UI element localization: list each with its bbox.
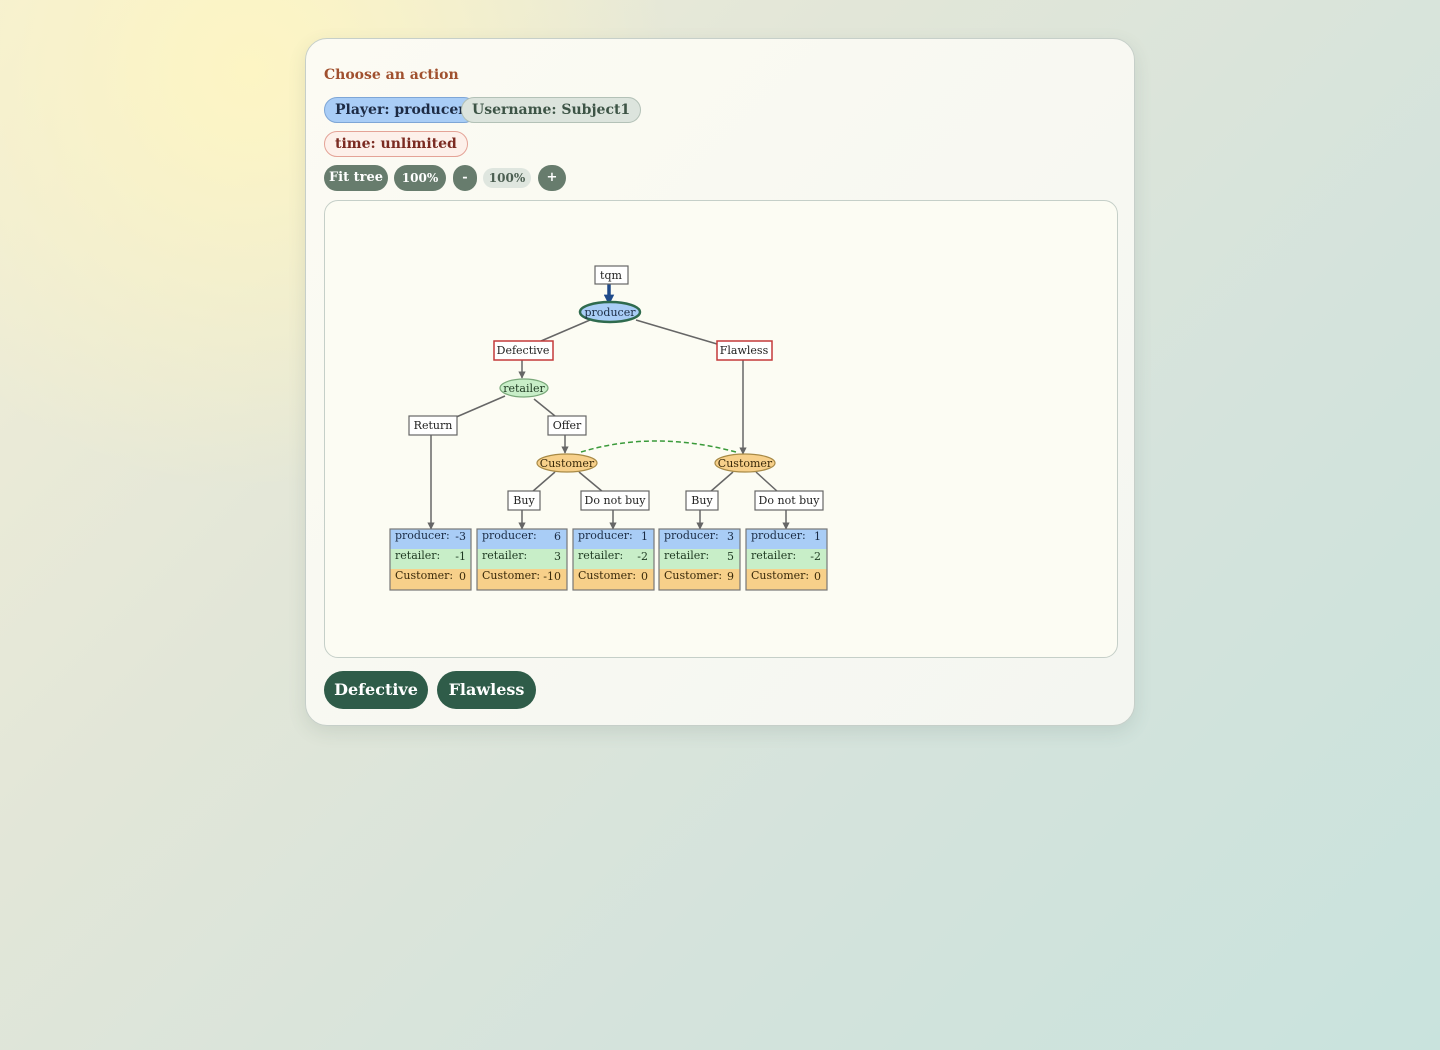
payoff-box-3: producer: 1 retailer: -2 Customer: 0 — [572, 528, 655, 591]
action-box-defective[interactable]: Defective — [493, 340, 554, 361]
action-label-buy-2: Buy — [691, 494, 713, 507]
payoff-value-producer: 1 — [814, 530, 821, 543]
customer-node-2-label: Customer — [718, 457, 773, 470]
payoff-label-retailer: retailer: — [664, 549, 709, 562]
payoff-value-producer: -3 — [455, 530, 466, 543]
retailer-node: retailer — [499, 378, 549, 398]
payoff-value-customer: 0 — [641, 570, 648, 583]
zoom-out-button[interactable]: - — [453, 165, 477, 191]
customer-node-2: Customer — [714, 453, 776, 473]
payoff-label-retailer: retailer: — [395, 549, 440, 562]
payoff-box-2: producer: 6 retailer: 3 Customer: -10 — [476, 528, 568, 591]
payoff-label-retailer: retailer: — [578, 549, 623, 562]
zoom-level-display: 100% — [483, 168, 531, 188]
payoff-label-customer: Customer: — [578, 569, 636, 582]
payoff-label-customer: Customer: — [751, 569, 809, 582]
payoff-label-retailer: retailer: — [751, 549, 796, 562]
payoff-label-producer: producer: — [664, 529, 719, 542]
action-label-flawless: Flawless — [720, 344, 769, 357]
payoff-value-customer: -10 — [543, 570, 561, 583]
action-label-defective: Defective — [497, 344, 550, 357]
payoff-label-customer: Customer: — [664, 569, 722, 582]
customer-node-1-label: Customer — [540, 457, 595, 470]
payoff-label-customer: Customer: — [482, 569, 540, 582]
retailer-node-label: retailer — [503, 382, 545, 395]
payoff-box-1: producer: -3 retailer: -1 Customer: 0 — [389, 528, 472, 591]
action-label-return: Return — [414, 419, 453, 432]
payoff-value-customer: 9 — [727, 570, 734, 583]
fit-tree-button[interactable]: Fit tree — [324, 165, 388, 191]
payoff-label-customer: Customer: — [395, 569, 453, 582]
action-label-notbuy-2: Do not buy — [759, 494, 821, 507]
flawless-button[interactable]: Flawless — [437, 671, 536, 709]
player-badge: Player: producer — [324, 97, 477, 123]
username-badge: Username: Subject1 — [461, 97, 642, 123]
defective-button[interactable]: Defective — [324, 671, 428, 709]
producer-node-label: producer — [585, 306, 637, 319]
payoff-box-4: producer: 3 retailer: 5 Customer: 9 — [658, 528, 741, 591]
payoff-label-producer: producer: — [482, 529, 537, 542]
reset-zoom-button[interactable]: 100% — [394, 165, 446, 191]
payoff-value-retailer: -1 — [455, 550, 466, 563]
root-node-label: tqm — [600, 269, 622, 282]
action-label-offer: Offer — [553, 419, 582, 432]
action-label-buy-1: Buy — [513, 494, 535, 507]
zoom-in-button[interactable]: + — [538, 165, 566, 191]
action-label-notbuy-1: Do not buy — [585, 494, 647, 507]
payoff-value-customer: 0 — [814, 570, 821, 583]
payoff-label-retailer: retailer: — [482, 549, 527, 562]
payoff-value-retailer: -2 — [637, 550, 648, 563]
game-panel: Choose an action Player: producer Userna… — [305, 38, 1135, 726]
game-tree: tqm producer Defective Flawless retailer — [389, 265, 828, 591]
payoff-label-producer: producer: — [578, 529, 633, 542]
payoff-value-producer: 1 — [641, 530, 648, 543]
payoff-value-customer: 0 — [459, 570, 466, 583]
payoff-value-retailer: -2 — [810, 550, 821, 563]
producer-node[interactable]: producer — [578, 300, 642, 324]
payoff-box-5: producer: 1 retailer: -2 Customer: 0 — [745, 528, 828, 591]
action-box-flawless[interactable]: Flawless — [716, 340, 773, 361]
payoff-value-retailer: 5 — [727, 550, 734, 563]
time-badge: time: unlimited — [324, 131, 468, 157]
payoff-label-producer: producer: — [751, 529, 806, 542]
payoff-value-producer: 3 — [727, 530, 734, 543]
payoff-value-retailer: 3 — [554, 550, 561, 563]
page-title: Choose an action — [324, 67, 459, 83]
information-set-link — [580, 440, 737, 453]
payoff-value-producer: 6 — [554, 530, 561, 543]
game-tree-view[interactable]: tqm producer Defective Flawless retailer — [324, 200, 1118, 658]
customer-node-1: Customer — [536, 453, 598, 473]
payoff-label-producer: producer: — [395, 529, 450, 542]
